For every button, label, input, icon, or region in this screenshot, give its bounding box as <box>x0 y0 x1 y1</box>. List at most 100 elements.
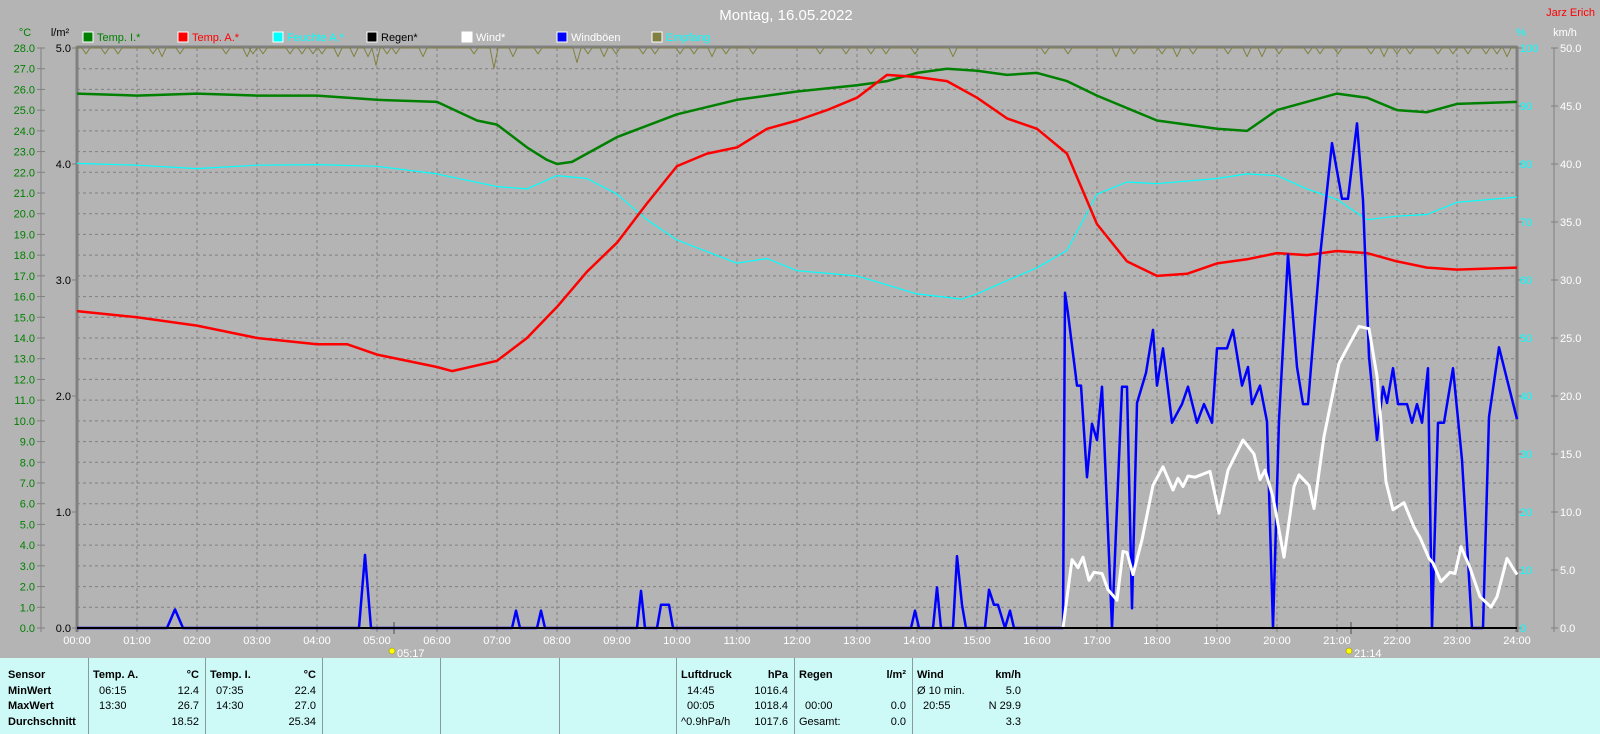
temp-tick-label: 12.0 <box>14 374 35 386</box>
rain-axis-unit: l/m² <box>51 27 70 39</box>
temp-tick-label: 24.0 <box>14 126 35 138</box>
humidity-tick-label: 100 <box>1520 43 1538 55</box>
temp-tick-label: 4.0 <box>20 540 35 552</box>
temp-i-avg: 25.34 <box>288 716 316 728</box>
pressure-column: Luftdruck hPa 14:45 1016.4 00:05 1018.4 … <box>677 658 795 734</box>
wind-tick-label: 45.0 <box>1560 101 1581 113</box>
legend-label: Regen* <box>381 32 418 44</box>
rain-tick-label: 0.0 <box>56 623 71 635</box>
temp-tick-label: 10.0 <box>14 416 35 428</box>
temp-tick-label: 14.0 <box>14 333 35 345</box>
humidity-tick-label: 80 <box>1520 159 1532 171</box>
x-tick-label: 04:00 <box>303 635 331 647</box>
x-tick-label: 11:00 <box>724 635 751 647</box>
temp-a-min: 12.4 <box>177 685 199 697</box>
x-tick-label: 19:00 <box>1203 635 1231 647</box>
wind-max: N 29.9 <box>988 700 1021 712</box>
rain-column: Regen l/m² 00:00 0.0 Gesamt: 0.0 <box>795 658 913 734</box>
x-tick-label: 15:00 <box>963 635 991 647</box>
legend-swatch <box>272 31 284 43</box>
max-row-label: MaxWert <box>8 700 54 712</box>
temp-a-column: Temp. A. °C 06:15 12.4 13:30 26.7 18.52 <box>89 658 206 734</box>
sensor-column: Sensor MinWert MaxWert Durchschnitt <box>0 658 89 734</box>
legend: Temp. I.* Temp. A.* Feuchte A.* Regen* Wind*… <box>82 31 710 44</box>
legend-label: Temp. I.* <box>97 32 141 44</box>
temp-tick-label: 5.0 <box>20 519 35 531</box>
x-tick-label: 17:00 <box>1083 635 1111 647</box>
wind-header: Wind <box>917 669 944 681</box>
humidity-tick-label: 70 <box>1520 217 1532 229</box>
x-tick-label: 03:00 <box>243 635 271 647</box>
wind-tick-label: 35.0 <box>1560 217 1581 229</box>
temp-i-max-time: 14:30 <box>216 700 244 712</box>
wind-tick-label: 25.0 <box>1560 333 1581 345</box>
x-tick-label: 16:00 <box>1023 635 1051 647</box>
x-tick-label: 14:00 <box>903 635 931 647</box>
temp-i-unit: °C <box>303 669 316 681</box>
wind-tick-label: 15.0 <box>1560 449 1581 461</box>
temp-tick-label: 6.0 <box>20 499 35 511</box>
wind-tick-label: 5.0 <box>1560 565 1575 577</box>
humidity-tick-label: 50 <box>1520 333 1532 345</box>
humidity-tick-label: 20 <box>1520 507 1532 519</box>
rain-tick-label: 1.0 <box>56 507 71 519</box>
weather-chart: Montag, 16.05.2022 Jarz Erich °C l/m² % … <box>14 7 1595 660</box>
pressure-max: 1018.4 <box>754 700 788 712</box>
humidity-tick-label: 0 <box>1520 623 1526 635</box>
temp-i-max: 27.0 <box>294 700 316 712</box>
x-tick-label: 12:00 <box>783 635 811 647</box>
chart-title: Montag, 16.05.2022 <box>719 7 852 24</box>
empty-column <box>560 658 677 734</box>
wind-tick-label: 0.0 <box>1560 623 1575 635</box>
humidity-tick-label: 30 <box>1520 449 1532 461</box>
humidity-tick-label: 40 <box>1520 391 1532 403</box>
humidity-axis-unit: % <box>1516 27 1526 39</box>
legend-swatch <box>177 31 189 43</box>
empty-column <box>323 658 441 734</box>
rain-max-time: 00:00 <box>805 700 833 712</box>
sun-icon <box>388 647 396 655</box>
legend-label: Wind* <box>476 32 506 44</box>
humidity-tick-label: 10 <box>1520 565 1532 577</box>
wind-avg: 3.3 <box>1005 716 1021 728</box>
x-tick-label: 21:00 <box>1323 635 1351 647</box>
legend-swatch <box>461 31 473 43</box>
pressure-min: 1016.4 <box>754 685 788 697</box>
x-tick-label: 18:00 <box>1143 635 1171 647</box>
temp-a-min-time: 06:15 <box>99 685 127 697</box>
temp-i-min: 22.4 <box>294 685 316 697</box>
wind-tick-label: 40.0 <box>1560 159 1581 171</box>
wind-axis-unit: km/h <box>1553 27 1577 39</box>
legend-swatch <box>366 31 378 43</box>
wind-unit: km/h <box>995 669 1021 681</box>
x-tick-label: 09:00 <box>603 635 631 647</box>
wind-avg-label: Ø 10 min. <box>917 685 965 697</box>
x-tick-label: 23:00 <box>1443 635 1471 647</box>
temp-tick-label: 3.0 <box>20 561 35 573</box>
temp-i-column: Temp. I. °C 07:35 22.4 14:30 27.0 25.34 <box>206 658 323 734</box>
min-row-label: MinWert <box>8 685 52 697</box>
temp-tick-label: 7.0 <box>20 478 35 490</box>
temp-a-max: 26.7 <box>177 700 199 712</box>
wind-column: Wind km/h Ø 10 min. 5.0 20:55 N 29.9 3.3 <box>913 658 1031 734</box>
temp-tick-label: 25.0 <box>14 105 35 117</box>
temp-i-header: Temp. I. <box>210 669 251 681</box>
temp-a-avg: 18.52 <box>171 716 199 728</box>
pressure-trend: ^0.9hPa/h <box>681 716 731 728</box>
x-tick-label: 07:00 <box>483 635 511 647</box>
rain-total-label: Gesamt: <box>799 716 841 728</box>
temp-axis-unit: °C <box>19 27 31 39</box>
temp-tick-label: 23.0 <box>14 147 35 159</box>
humidity-tick-label: 90 <box>1520 101 1532 113</box>
pressure-max-time: 00:05 <box>687 700 715 712</box>
x-tick-label: 10:00 <box>663 635 691 647</box>
temp-tick-label: 11.0 <box>14 395 35 407</box>
temp-a-max-time: 13:30 <box>99 700 127 712</box>
legend-label: Empfang <box>666 32 710 44</box>
x-tick-label: 24:00 <box>1503 635 1531 647</box>
wind-tick-label: 50.0 <box>1560 43 1581 55</box>
x-tick-label: 02:00 <box>183 635 211 647</box>
grid <box>77 48 1517 628</box>
temp-tick-label: 19.0 <box>14 229 35 241</box>
wind-avg10: 5.0 <box>1005 685 1021 697</box>
